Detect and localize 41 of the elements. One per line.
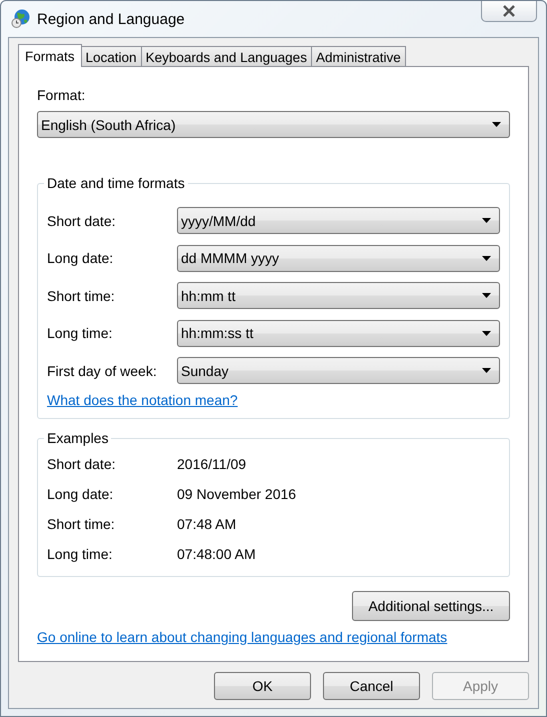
globe-icon bbox=[11, 9, 31, 29]
example-label: Long time: bbox=[47, 546, 114, 562]
example-label: Short date: bbox=[47, 456, 116, 472]
format-dropdown[interactable]: yyyy/MM/dd bbox=[177, 207, 500, 234]
example-value: 07:48:00 AM bbox=[177, 546, 257, 562]
example-label: Long date: bbox=[47, 486, 114, 502]
additional-settings-button[interactable]: Additional settings... bbox=[352, 591, 510, 621]
example-value: 2016/11/09 bbox=[177, 456, 248, 472]
format-dropdown[interactable]: hh:mm tt bbox=[177, 282, 500, 310]
field-label: Short time: bbox=[47, 288, 116, 304]
example-label: Short time: bbox=[47, 516, 116, 532]
format-dropdown[interactable]: Sunday bbox=[177, 357, 500, 384]
online-link[interactable]: Go online to learn about changing languages and regional formats bbox=[37, 629, 510, 645]
tab[interactable]: Location bbox=[80, 46, 142, 66]
dialog-button[interactable]: Cancel bbox=[323, 672, 420, 700]
window-title: Region and Language bbox=[37, 10, 185, 28]
dropdown-arrow-icon bbox=[482, 368, 491, 374]
field-label: First day of week: bbox=[47, 362, 158, 379]
field-label: Short date: bbox=[47, 212, 116, 229]
dialog-button[interactable]: OK bbox=[214, 672, 311, 700]
format-dropdown[interactable]: English (South Africa) bbox=[37, 111, 510, 138]
tab[interactable]: Administrative bbox=[310, 46, 406, 66]
dropdown-arrow-icon bbox=[492, 122, 501, 127]
tab[interactable]: Formats bbox=[18, 44, 82, 67]
dropdown-arrow-icon bbox=[482, 256, 491, 261]
field-label: Long date: bbox=[47, 250, 114, 266]
notation-link[interactable]: What does the notation mean? bbox=[47, 392, 238, 408]
format-dropdown[interactable]: dd MMMM yyyy bbox=[177, 244, 500, 272]
dropdown-arrow-icon bbox=[482, 330, 491, 336]
dropdown-arrow-icon bbox=[482, 218, 491, 224]
group-title: Date and time formats bbox=[44, 175, 188, 191]
field-label: Long time: bbox=[47, 325, 114, 342]
format-dropdown[interactable]: hh:mm:ss tt bbox=[177, 320, 500, 347]
tab[interactable]: Keyboards and Languages bbox=[140, 46, 312, 66]
example-value: 09 November 2016 bbox=[177, 486, 298, 502]
group-title: Examples bbox=[44, 430, 112, 446]
example-value: 07:48 AM bbox=[177, 516, 238, 532]
dropdown-arrow-icon bbox=[482, 293, 491, 298]
close-icon bbox=[502, 5, 516, 17]
format-label: Format: bbox=[37, 87, 86, 103]
close-button[interactable] bbox=[481, 1, 537, 22]
